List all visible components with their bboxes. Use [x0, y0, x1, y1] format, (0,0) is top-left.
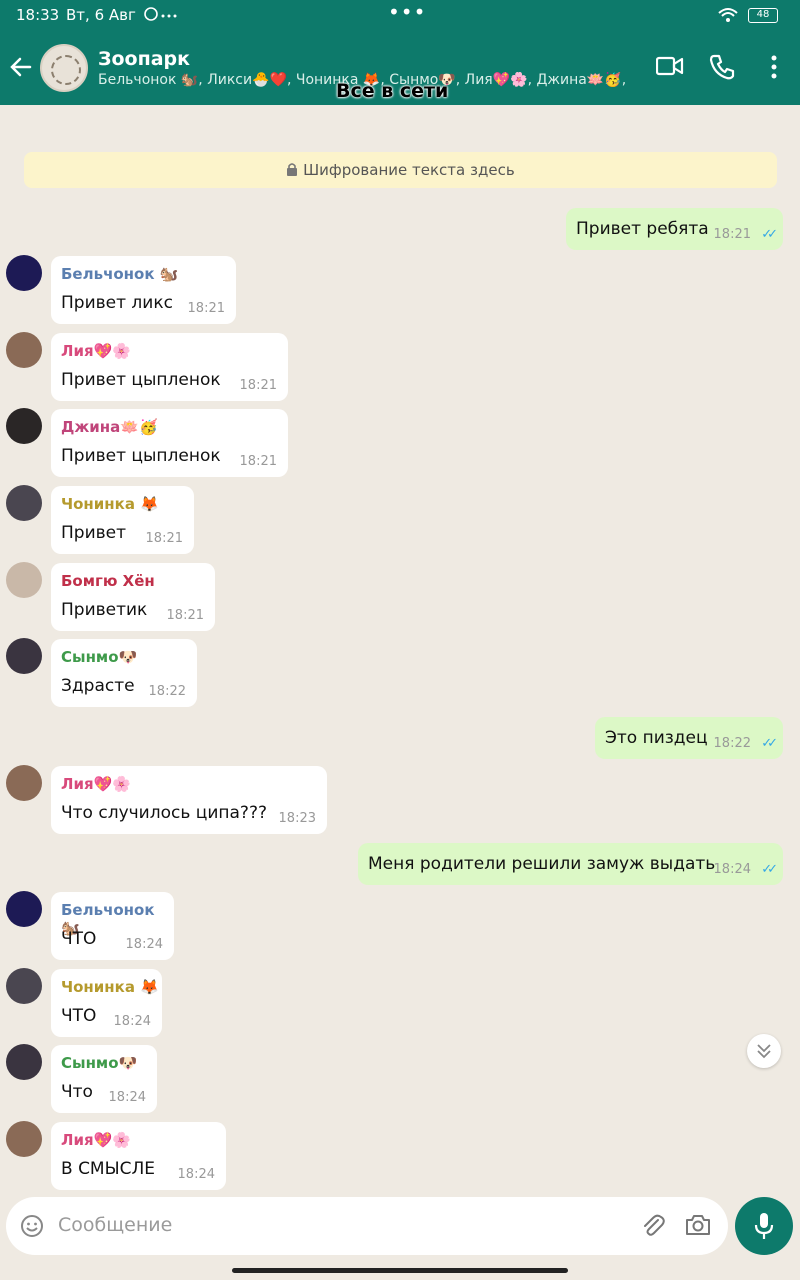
sender-name[interactable]: Чонинка 🦊 [61, 495, 159, 513]
incoming-message[interactable]: Чонинка 🦊 ЧТО 18:24 [51, 969, 162, 1037]
back-arrow-icon[interactable] [8, 52, 34, 82]
clock: 18:33 [16, 6, 60, 24]
message-time: 18:22 [713, 736, 751, 751]
message-time: 18:21 [239, 378, 277, 393]
message-text: Приветик [61, 600, 148, 620]
message-text: Привет [61, 523, 127, 543]
wifi-icon [718, 8, 738, 22]
message-time: 18:24 [113, 1014, 151, 1029]
home-indicator[interactable] [232, 1268, 568, 1273]
message-time: 18:24 [108, 1090, 146, 1105]
message-list[interactable]: Шифрование текста здесь Привет ребята 18… [0, 105, 800, 1195]
message-input[interactable]: Сообщение [58, 1214, 172, 1236]
outgoing-message[interactable]: Меня родители решили замуж выдать 18:24 … [358, 843, 783, 885]
sender-name[interactable]: Сынмо🐶 [61, 648, 137, 666]
message-composer[interactable]: Сообщение [6, 1197, 728, 1255]
avatar-choninka[interactable] [6, 485, 42, 521]
group-avatar[interactable] [40, 44, 88, 92]
voice-message-button[interactable] [735, 1197, 793, 1255]
avatar-belchonok[interactable] [6, 891, 42, 927]
incoming-message[interactable]: Бельчонок 🐿️ Привет ликс 18:21 [51, 256, 236, 324]
read-receipt-icon: ✓✓ [761, 227, 778, 242]
message-text: Что случилось ципа??? [61, 803, 267, 823]
message-text: Привет цыпленок [61, 446, 221, 466]
avatar-liya[interactable] [6, 332, 42, 368]
message-text: Привет ребята [576, 219, 709, 239]
encryption-banner[interactable]: Шифрование текста здесь [24, 152, 777, 188]
encryption-banner-text: Шифрование текста здесь [303, 161, 515, 179]
outgoing-message[interactable]: Привет ребята 18:21 ✓✓ [566, 208, 783, 250]
avatar-belchonok[interactable] [6, 255, 42, 291]
sender-name[interactable]: Лия💖🌸 [61, 1131, 131, 1149]
avatar-choninka[interactable] [6, 968, 42, 1004]
message-time: 18:24 [125, 937, 163, 952]
outgoing-message[interactable]: Это пиздец 18:22 ✓✓ [595, 717, 783, 759]
message-time: 18:21 [145, 531, 183, 546]
message-text: Привет цыпленок [61, 370, 221, 390]
more-status-icon: ••• [388, 0, 427, 24]
message-text: ЧТО [61, 1006, 97, 1026]
incoming-message[interactable]: Чонинка 🦊 Привет 18:21 [51, 486, 194, 554]
notification-icons [143, 5, 179, 27]
video-call-icon[interactable] [656, 54, 684, 78]
sender-name[interactable]: Джина🪷🥳 [61, 418, 158, 436]
status-bar: 18:33 Вт, 6 Авг ••• 48 [0, 0, 800, 32]
incoming-message[interactable]: Джина🪷🥳 Привет цыпленок 18:21 [51, 409, 288, 477]
emoji-icon[interactable] [20, 1214, 44, 1238]
sender-name[interactable]: Лия💖🌸 [61, 342, 131, 360]
avatar-jina[interactable] [6, 408, 42, 444]
message-time: 18:21 [713, 227, 751, 242]
incoming-message[interactable]: Бельчонок 🐿️ ЧТО 18:24 [51, 892, 174, 960]
read-receipt-icon: ✓✓ [761, 736, 778, 751]
message-time: 18:23 [278, 811, 316, 826]
message-time: 18:24 [713, 862, 751, 877]
date: Вт, 6 Авг [66, 6, 136, 24]
message-time: 18:21 [166, 608, 204, 623]
attach-icon[interactable] [640, 1213, 666, 1239]
voice-call-icon[interactable] [709, 54, 735, 80]
message-time: 18:24 [177, 1167, 215, 1182]
message-time: 18:22 [148, 684, 186, 699]
avatar-synmo[interactable] [6, 638, 42, 674]
scroll-to-bottom-button[interactable] [747, 1034, 781, 1068]
incoming-message[interactable]: Бомгю Хён Приветик 18:21 [51, 563, 215, 631]
double-chevron-down-icon [757, 1044, 771, 1059]
read-receipt-icon: ✓✓ [761, 862, 778, 877]
message-text: В СМЫСЛЕ [61, 1159, 155, 1179]
message-time: 18:21 [187, 301, 225, 316]
incoming-message[interactable]: Лия💖🌸 Что случилось ципа??? 18:23 [51, 766, 327, 834]
avatar-liya[interactable] [6, 765, 42, 801]
message-text: ЧТО [61, 929, 97, 949]
chat-header: Зоопарк Бельчонок 🐿️, Ликси🐣❤️, Чонинка … [0, 32, 800, 105]
sender-name[interactable]: Бомгю Хён [61, 572, 155, 590]
incoming-message[interactable]: Лия💖🌸 В СМЫСЛЕ 18:24 [51, 1122, 226, 1190]
sender-name[interactable]: Бельчонок 🐿️ [61, 265, 178, 283]
message-text: Меня родители решили замуж выдать [368, 854, 716, 874]
battery-icon: 48 [748, 7, 778, 23]
overlay-caption: Все в сети [336, 80, 449, 102]
message-time: 18:21 [239, 454, 277, 469]
camera-icon[interactable] [685, 1213, 711, 1237]
avatar-liya[interactable] [6, 1121, 42, 1157]
sender-name[interactable]: Лия💖🌸 [61, 775, 131, 793]
more-options-icon[interactable] [770, 54, 778, 80]
incoming-message[interactable]: Сынмо🐶 Что 18:24 [51, 1045, 157, 1113]
lock-icon [287, 163, 298, 176]
message-text: Что [61, 1082, 93, 1102]
incoming-message[interactable]: Сынмо🐶 Здрасте 18:22 [51, 639, 197, 707]
microphone-icon [754, 1213, 774, 1239]
message-text: Здрасте [61, 676, 135, 696]
avatar-bomgyu[interactable] [6, 562, 42, 598]
sender-name[interactable]: Чонинка 🦊 [61, 978, 159, 996]
group-title[interactable]: Зоопарк [98, 48, 190, 70]
message-text: Привет ликс [61, 293, 173, 313]
message-text: Это пиздец [605, 728, 708, 748]
incoming-message[interactable]: Лия💖🌸 Привет цыпленок 18:21 [51, 333, 288, 401]
avatar-synmo[interactable] [6, 1044, 42, 1080]
whatsapp-notification-icon [144, 7, 177, 21]
sender-name[interactable]: Сынмо🐶 [61, 1054, 137, 1072]
